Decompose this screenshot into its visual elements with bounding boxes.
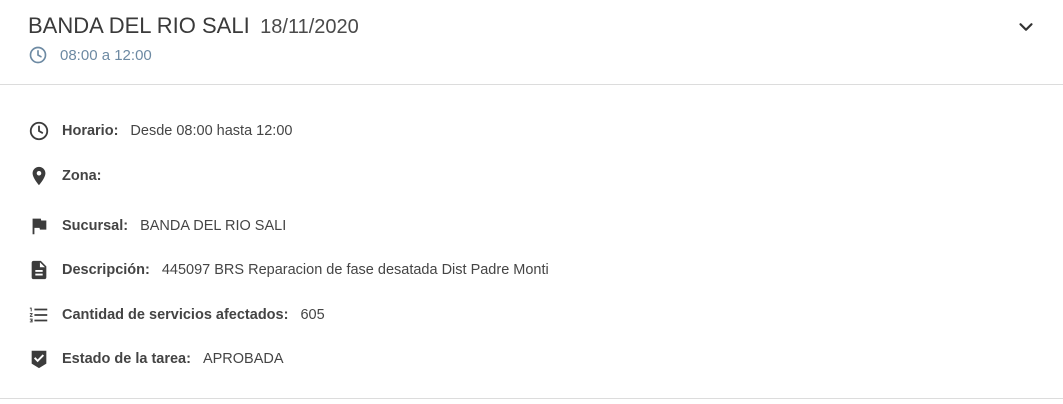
badge-check-icon [28,348,50,370]
detail-horario: Horario: Desde 08:00 hasta 12:00 [28,119,292,143]
sucursal-label: Sucursal: [62,218,129,234]
horario-label: Horario: [62,123,119,139]
zona-label: Zona: [62,168,102,184]
descripcion-label: Descripción: [62,262,150,278]
location-pin-icon [28,165,50,187]
document-icon [28,259,50,281]
detail-sucursal: Sucursal: BANDA DEL RIO SALI [28,214,286,238]
estado-value: APROBADA [202,351,284,367]
bottom-divider [0,398,1063,399]
descripcion-value: 445097 BRS Reparacion de fase desatada D… [161,262,549,278]
detail-descripcion: Descripción: 445097 BRS Reparacion de fa… [28,258,549,282]
sucursal-value: BANDA DEL RIO SALI [140,218,287,234]
task-time-range: 08:00 a 12:00 [28,45,152,65]
list-icon [28,304,50,326]
flag-icon [28,215,50,237]
horario-value: Desde 08:00 hasta 12:00 [130,123,293,139]
task-title: BANDA DEL RIO SALI [28,13,250,38]
chevron-down-icon [1019,23,1033,31]
expand-button[interactable] [1013,14,1039,40]
detail-zona: Zona: [28,164,113,188]
estado-label: Estado de la tarea: [62,351,191,367]
time-range-text: 08:00 a 12:00 [60,46,152,64]
clock-icon [28,120,50,142]
clock-icon [29,46,47,64]
cantidad-value: 605 [300,307,325,323]
task-header[interactable]: BANDA DEL RIO SALI 18/11/2020 08:00 a 12… [0,0,1063,85]
task-date: 18/11/2020 [260,16,359,38]
task-title-row: BANDA DEL RIO SALI 18/11/2020 [28,13,359,39]
cantidad-label: Cantidad de servicios afectados: [62,307,289,323]
detail-cantidad: Cantidad de servicios afectados: 605 [28,303,325,327]
detail-estado: Estado de la tarea: APROBADA [28,347,284,371]
